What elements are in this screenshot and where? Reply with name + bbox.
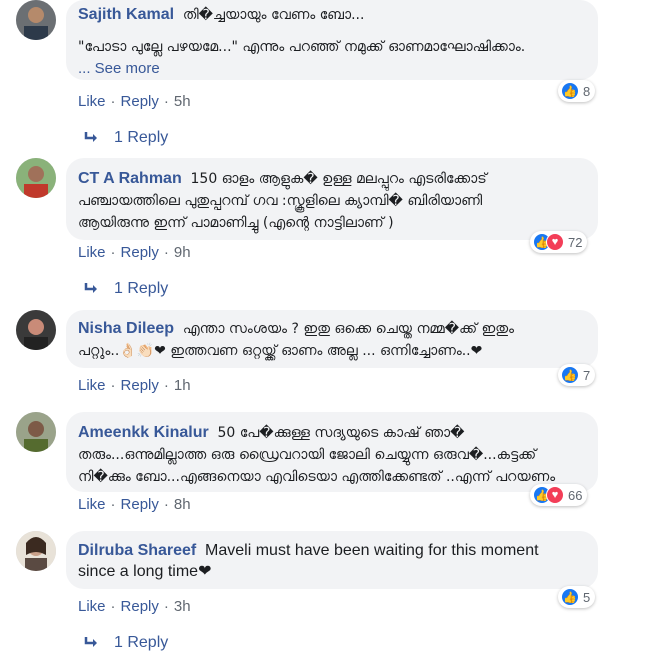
reaction-number: 72 (568, 234, 583, 250)
comment-bubble: Nisha Dileep എന്താ സംശയം ? ഇതു ഒക്കെ ചെയ… (66, 310, 598, 368)
reaction-number: 8 (583, 83, 591, 99)
comment-timestamp[interactable]: 3h (174, 598, 191, 615)
comment-timestamp[interactable]: 8h (174, 496, 191, 513)
avatar[interactable] (16, 412, 56, 452)
reaction-count[interactable]: 👍 7 (558, 364, 596, 386)
comment-text: Maveli must have been waiting for this m… (205, 542, 539, 559)
comment-text: 150 ഓളം ആളുക� ഉള്ള മലപ്പുറം എടരിക്കോട് (190, 171, 487, 187)
comment-text: 50 പേ�ക്കുള്ള സദ്യയുടെ കാഷ് ഞാ� (217, 425, 465, 441)
reaction-count[interactable]: 👍 5 (558, 586, 596, 608)
reply-count-label[interactable]: 1 Reply (114, 280, 168, 298)
like-button[interactable]: Like (78, 93, 106, 110)
comment-text: എന്താ സംശയം ? ഇതു ഒക്കെ ചെയ്ത നമ്മ�ക്ക് … (182, 321, 514, 337)
comment-actions: Like · Reply · 5h (78, 93, 191, 110)
comment-author[interactable]: Dilruba Shareef (78, 542, 196, 559)
comment-bubble: Sajith Kamal തി�ച്ചയായും വേണം ബോ... "പോട… (66, 0, 598, 80)
view-replies-link[interactable]: 1 Reply (84, 280, 168, 298)
like-button[interactable]: Like (78, 496, 106, 513)
comment-text: "പോടാ പുല്ലേ പഴയമേ..." എന്നും പറഞ്ഞ് നമു… (78, 39, 526, 55)
reply-button[interactable]: Reply (121, 598, 159, 615)
like-reaction-icon: 👍 (561, 82, 579, 100)
comment-author[interactable]: CT A Rahman (78, 170, 182, 187)
see-more-link[interactable]: ... See more (78, 60, 160, 77)
avatar[interactable] (16, 158, 56, 198)
reply-button[interactable]: Reply (121, 377, 159, 394)
comment-bubble: CT A Rahman 150 ഓളം ആളുക� ഉള്ള മലപ്പുറം … (66, 158, 598, 240)
like-reaction-icon: 👍 (561, 366, 579, 384)
avatar[interactable] (16, 531, 56, 571)
love-reaction-icon: ♥ (546, 486, 564, 504)
comment-actions: Like · Reply · 9h (78, 244, 191, 261)
reaction-count[interactable]: 👍 ♥ 72 (530, 231, 588, 253)
reply-arrow-icon (84, 132, 97, 142)
reaction-count[interactable]: 👍 8 (558, 80, 596, 102)
comment-text: ആയിരുന്നു ഇന്ന് പാമാണിച്ചു (എന്റെ നാട്ടി… (78, 215, 394, 231)
reply-arrow-icon (84, 283, 97, 293)
avatar[interactable] (16, 310, 56, 350)
comment-bubble: Ameenkk Kinalur 50 പേ�ക്കുള്ള സദ്യയുടെ ക… (66, 412, 598, 492)
like-button[interactable]: Like (78, 598, 106, 615)
comment-actions: Like · Reply · 1h (78, 377, 191, 394)
reaction-number: 7 (583, 367, 591, 383)
reply-button[interactable]: Reply (121, 496, 159, 513)
comment-text: പഞ്ചായത്തിലെ പുതുപ്പറമ്പ് ഗവ :സ്കൂളിലെ ക… (78, 193, 483, 209)
comment-text: പറ്റും..👌🏻👏🏻❤ ഇത്തവണ ഒറ്റയ്ക്ക് ഓണം അല്ല… (78, 343, 483, 359)
reaction-count[interactable]: 👍 ♥ 66 (530, 484, 588, 506)
comment-author[interactable]: Sajith Kamal (78, 6, 174, 23)
reply-count-label[interactable]: 1 Reply (114, 129, 168, 147)
reply-button[interactable]: Reply (121, 93, 159, 110)
comment-text: നി�ക്കും ബോ...എങ്ങനെയാ എവിടെയാ എത്തിക്കേ… (78, 469, 556, 485)
like-reaction-icon: 👍 (561, 588, 579, 606)
comment-actions: Like · Reply · 8h (78, 496, 191, 513)
view-replies-link[interactable]: 1 Reply (84, 634, 168, 652)
reply-count-label[interactable]: 1 Reply (114, 634, 168, 652)
like-button[interactable]: Like (78, 377, 106, 394)
comment-actions: Like · Reply · 3h (78, 598, 191, 615)
comment-author[interactable]: Ameenkk Kinalur (78, 424, 209, 441)
comment-bubble: Dilruba Shareef Maveli must have been wa… (66, 531, 598, 589)
reply-arrow-icon (84, 637, 97, 647)
reply-button[interactable]: Reply (121, 244, 159, 261)
comment-text: തരും...ഒന്നുമില്ലാത്ത ഒരു ഡ്രൈവറായി ജോലി… (78, 447, 537, 463)
comment-timestamp[interactable]: 9h (174, 244, 191, 261)
reaction-number: 66 (568, 487, 583, 503)
comment-text: തി�ച്ചയായും വേണം ബോ... (182, 7, 365, 23)
love-reaction-icon: ♥ (546, 233, 564, 251)
comment-timestamp[interactable]: 5h (174, 93, 191, 110)
avatar[interactable] (16, 0, 56, 40)
like-button[interactable]: Like (78, 244, 106, 261)
comment-timestamp[interactable]: 1h (174, 377, 191, 394)
comment-author[interactable]: Nisha Dileep (78, 320, 174, 337)
view-replies-link[interactable]: 1 Reply (84, 129, 168, 147)
reaction-number: 5 (583, 589, 591, 605)
comment-text: since a long time❤ (78, 563, 212, 580)
